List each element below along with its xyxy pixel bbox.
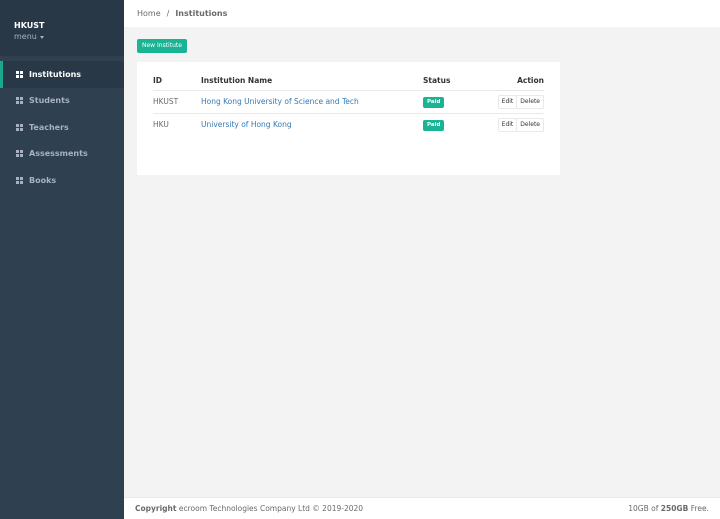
storage-info: 10GB of 250GB Free. — [628, 504, 709, 513]
storage-total: 250GB — [660, 504, 689, 513]
copyright: Copyright ecroom Technologies Company Lt… — [135, 504, 363, 513]
copyright-label: Copyright — [135, 504, 177, 513]
sidebar-item-label: Assessments — [29, 149, 88, 159]
grid-icon — [16, 176, 23, 184]
sidebar-item-label: Students — [29, 96, 70, 106]
sidebar-item-teachers[interactable]: Teachers — [0, 114, 124, 141]
institution-link[interactable]: University of Hong Kong — [201, 120, 292, 129]
profile-menu-toggle[interactable]: menu — [14, 31, 124, 43]
caret-down-icon — [39, 35, 44, 39]
cell-id: HKUST — [153, 89, 201, 113]
sidebar-profile: HKUST menu — [0, 0, 124, 56]
status-badge: Paid — [423, 119, 445, 131]
table-header-row: ID Institution Name Status Action — [153, 74, 544, 90]
sidebar-item-label: Institutions — [29, 69, 82, 79]
header-action: Action — [517, 76, 544, 86]
cell-id: HKU — [153, 112, 201, 136]
sidebar-item-label: Teachers — [29, 122, 69, 132]
institutions-table: ID Institution Name Status Action HKUST … — [153, 74, 544, 136]
sidebar-item-institutions[interactable]: Institutions — [0, 61, 124, 88]
storage-of: of — [651, 504, 659, 513]
sidebar-item-assessments[interactable]: Assessments — [0, 141, 124, 168]
delete-button[interactable]: Delete — [516, 117, 544, 132]
edit-button[interactable]: Edit — [497, 117, 518, 132]
breadcrumb-separator: / — [166, 9, 170, 18]
storage-suffix: Free. — [690, 504, 709, 513]
header-id: ID — [153, 76, 163, 86]
header-name: Institution Name — [201, 76, 273, 86]
sidebar-item-label: Books — [29, 175, 57, 185]
institutions-card: ID Institution Name Status Action HKUST … — [137, 62, 560, 175]
sidebar-item-books[interactable]: Books — [0, 167, 124, 194]
breadcrumb-current: Institutions — [175, 9, 228, 18]
table-row: HKUST Hong Kong University of Science an… — [153, 89, 544, 113]
breadcrumb: Home / Institutions — [124, 0, 720, 27]
breadcrumb-home-link[interactable]: Home — [137, 9, 161, 18]
grid-icon — [16, 123, 23, 131]
delete-button[interactable]: Delete — [516, 94, 544, 109]
org-name: HKUST — [14, 21, 45, 30]
table-row: HKU University of Hong Kong Paid Edit Del… — [153, 112, 544, 136]
edit-button[interactable]: Edit — [497, 94, 518, 109]
copyright-text: ecroom Technologies Company Ltd © 2019-2… — [178, 504, 364, 513]
new-institute-button[interactable]: New Institute — [137, 39, 187, 53]
storage-used: 10GB — [628, 504, 649, 513]
grid-icon — [16, 97, 23, 105]
sidebar-item-students[interactable]: Students — [0, 88, 124, 115]
grid-icon — [16, 70, 23, 78]
header-status: Status — [423, 76, 451, 86]
sidebar: HKUST menu Institutions Students Teacher… — [0, 0, 124, 519]
institution-link[interactable]: Hong Kong University of Science and Tech — [201, 97, 359, 106]
status-badge: Paid — [423, 96, 445, 108]
sidebar-nav: Institutions Students Teachers Assessmen… — [0, 61, 124, 194]
footer: Copyright ecroom Technologies Company Lt… — [124, 497, 720, 519]
menu-label: menu — [14, 32, 37, 41]
main-content: Home / Institutions New Institute ID Ins… — [124, 0, 720, 519]
grid-icon — [16, 150, 23, 158]
